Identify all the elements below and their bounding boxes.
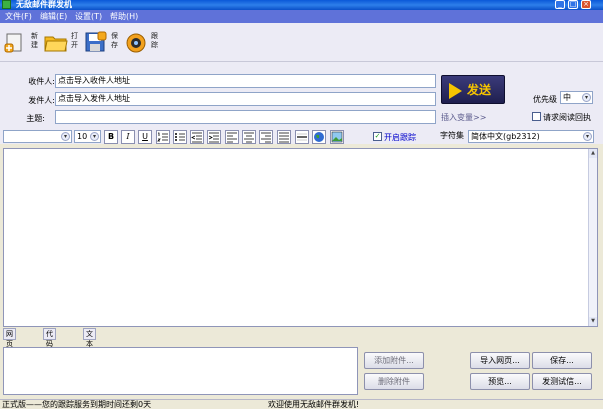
play-icon (449, 83, 462, 99)
indent-icon (208, 132, 219, 143)
status-bar: 正式版——您的跟踪服务到期时间还剩0天 欢迎使用无敌邮件群发机! (0, 399, 603, 409)
bullet-list-icon (175, 133, 185, 141)
justify-icon (279, 132, 289, 143)
attachment-list[interactable] (3, 347, 358, 395)
tracking-camera-icon (126, 33, 146, 53)
add-attachment-button[interactable]: 添加附件... (364, 352, 424, 369)
open-label: 打开 (71, 32, 78, 49)
menu-bar: 文件(F) 编辑(E) 设置(T) 帮助(H) (0, 10, 603, 23)
app-icon (2, 0, 11, 9)
charset-select[interactable]: 简体中文(gb2312) ▾ (468, 130, 594, 143)
tracking-label: 开启跟踪 (384, 133, 416, 142)
justify-button[interactable] (277, 130, 291, 144)
preview-button[interactable]: 预览... (470, 373, 530, 390)
menu-settings[interactable]: 设置(T) (75, 11, 102, 22)
horizontal-rule-icon (297, 133, 307, 141)
toolbar: 新建 打开 保存 跟踪 (0, 23, 603, 62)
track-button[interactable]: 跟踪 (124, 29, 162, 57)
scroll-up-icon[interactable]: ▲ (589, 149, 597, 158)
status-right: 欢迎使用无敌邮件群发机! (268, 400, 360, 409)
menu-help[interactable]: 帮助(H) (110, 11, 138, 22)
align-right-icon (261, 132, 271, 143)
read-receipt-label: 请求阅读回执 (543, 113, 591, 122)
bold-button[interactable]: B (104, 130, 118, 144)
bullet-list-button[interactable] (173, 130, 187, 144)
subject-field[interactable] (55, 110, 436, 124)
menu-edit[interactable]: 编辑(E) (40, 11, 67, 22)
charset-label: 字符集 (440, 131, 464, 140)
charset-value: 简体中文(gb2312) (471, 132, 540, 141)
font-size-select[interactable]: 10 ▾ (74, 130, 101, 143)
new-label: 新建 (31, 32, 38, 49)
tab-text-view[interactable]: 文本视图 (83, 328, 96, 368)
font-size-value: 10 (77, 132, 88, 141)
status-left: 正式版——您的跟踪服务到期时间还剩0天 (2, 400, 152, 409)
chevron-down-icon: ▾ (90, 132, 99, 141)
message-editor[interactable]: ▲ ▼ (3, 148, 598, 327)
open-button[interactable]: 打开 (44, 29, 82, 57)
align-right-button[interactable] (259, 130, 273, 144)
save-toolbar-button[interactable]: 保存 (84, 29, 122, 57)
window-title: 无敌邮件群发机 (16, 0, 72, 9)
from-label: 发件人: (28, 96, 55, 105)
minimize-button[interactable]: _ (555, 0, 565, 9)
new-button[interactable]: 新建 (4, 29, 42, 57)
close-button[interactable]: × (581, 0, 591, 9)
align-center-button[interactable] (242, 130, 256, 144)
save-icon (85, 31, 107, 52)
insert-image-button[interactable] (330, 130, 344, 144)
tab-web-view[interactable]: 网页视图 (3, 328, 16, 368)
test-send-button[interactable]: 发测试信... (532, 373, 592, 390)
editor-scrollbar[interactable]: ▲ ▼ (588, 149, 597, 326)
tab-code-view[interactable]: 代码视图 (43, 328, 56, 368)
tracking-checkbox[interactable]: ✓ (373, 132, 382, 141)
priority-label: 优先级 (533, 95, 557, 104)
priority-value: 中 (563, 93, 571, 102)
align-center-icon (244, 132, 254, 143)
insert-variable-link[interactable]: 插入变量>> (441, 112, 486, 123)
send-button[interactable]: 发送 (441, 75, 505, 104)
align-left-button[interactable] (225, 130, 239, 144)
subject-label: 主题: (26, 114, 45, 123)
globe-icon (314, 132, 324, 142)
import-web-button[interactable]: 导入网页... (470, 352, 530, 369)
remove-attachment-button[interactable]: 删除附件 (364, 373, 424, 390)
save-button[interactable]: 保存... (532, 352, 592, 369)
chevron-down-icon: ▾ (583, 132, 592, 141)
align-left-icon (227, 132, 237, 143)
to-label: 收件人: (28, 77, 55, 86)
track-label: 跟踪 (151, 32, 158, 49)
title-bar: 无敌邮件群发机 _ □ × (0, 0, 603, 10)
maximize-button[interactable]: □ (568, 0, 578, 9)
format-toolbar: ▾ 10 ▾ B I U ✓ 开启跟踪 字符集 简体中文(gb2312) ▾ (0, 130, 603, 145)
horizontal-rule-button[interactable] (295, 130, 309, 144)
indent-button[interactable] (207, 130, 221, 144)
font-select[interactable]: ▾ (3, 130, 72, 143)
scroll-down-icon[interactable]: ▼ (589, 317, 597, 326)
chevron-down-icon: ▾ (61, 132, 70, 141)
to-field[interactable]: 点击导入收件人地址 (55, 74, 436, 88)
outdent-button[interactable] (190, 130, 204, 144)
menu-file[interactable]: 文件(F) (5, 11, 32, 22)
italic-button[interactable]: I (121, 130, 135, 144)
from-field[interactable]: 点击导入发件人地址 (55, 92, 436, 106)
numbered-list-button[interactable] (156, 130, 170, 144)
read-receipt-checkbox[interactable] (532, 112, 541, 121)
outdent-icon (191, 132, 202, 143)
numbered-list-icon (157, 132, 168, 142)
chevron-down-icon: ▾ (582, 93, 591, 102)
image-icon (331, 131, 343, 143)
underline-button[interactable]: U (138, 130, 152, 144)
send-label: 发送 (467, 83, 492, 97)
insert-link-button[interactable] (312, 130, 326, 144)
save-toolbar-label: 保存 (111, 32, 118, 49)
new-document-icon (4, 33, 22, 53)
priority-select[interactable]: 中 ▾ (560, 91, 593, 104)
open-folder-icon (44, 36, 68, 52)
